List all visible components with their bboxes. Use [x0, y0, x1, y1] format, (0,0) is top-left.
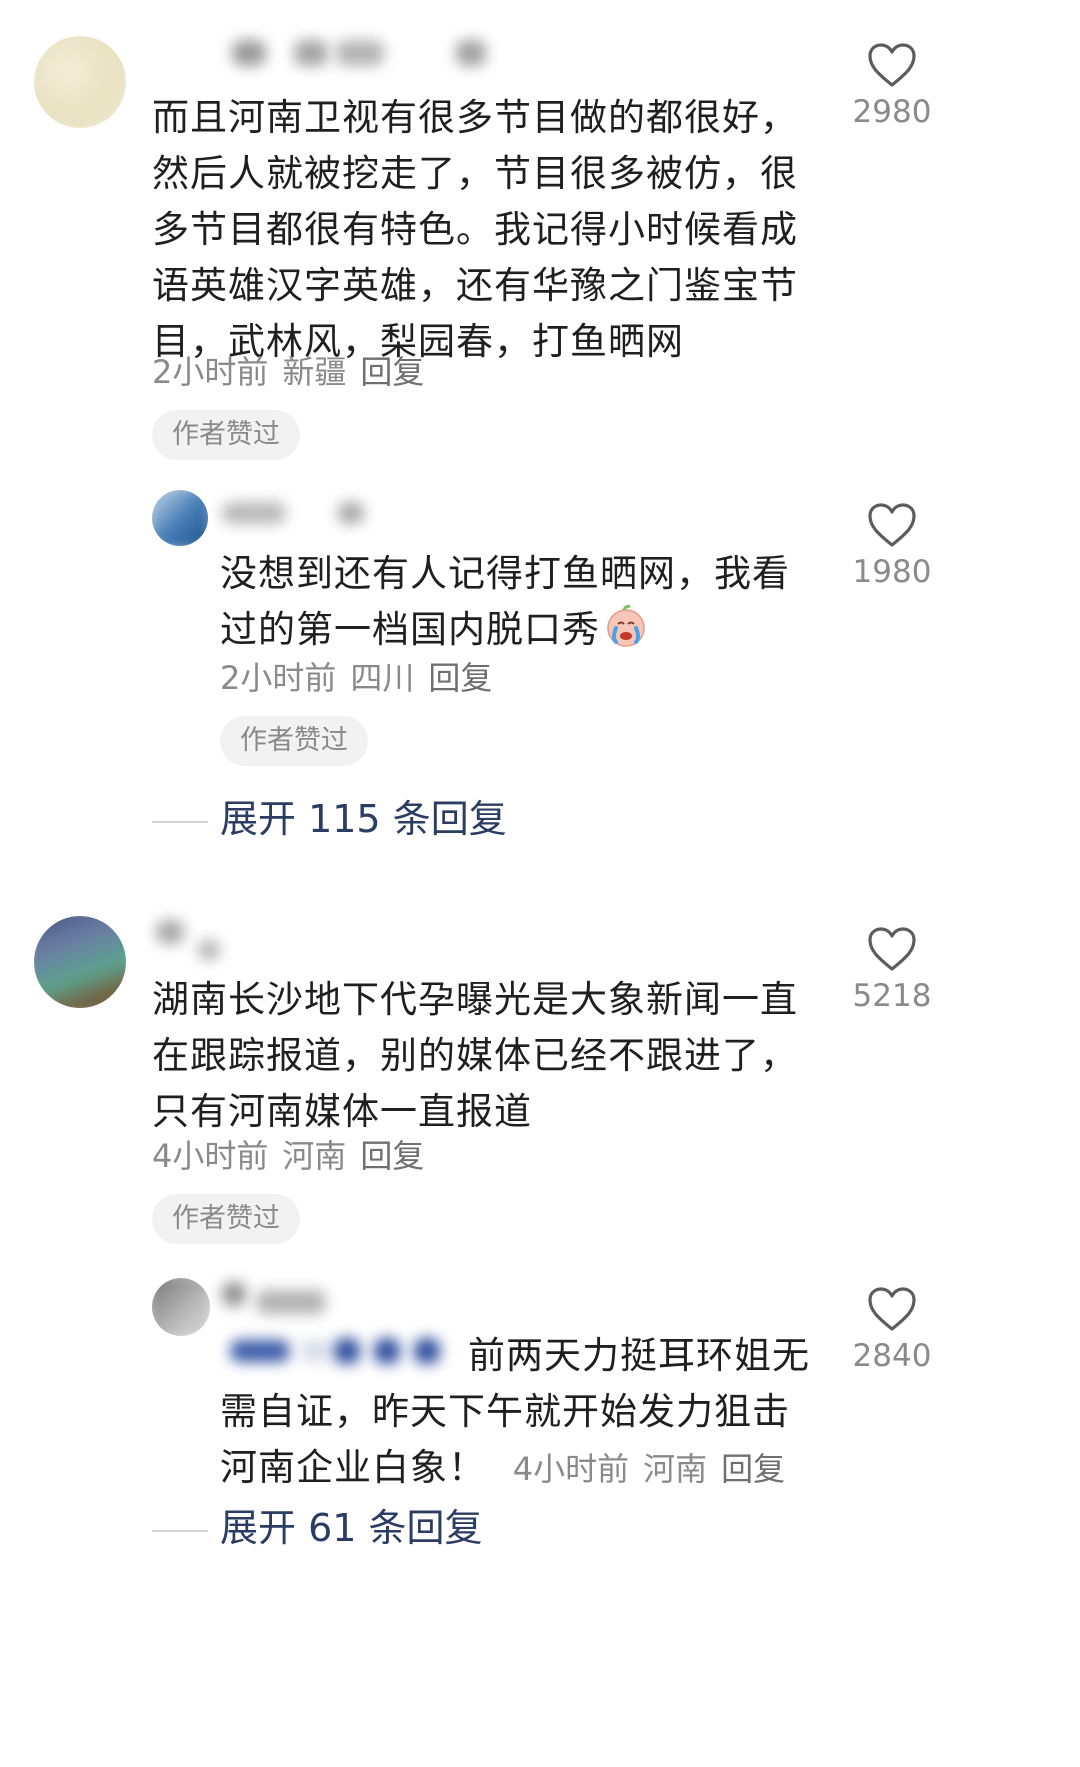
expand-replies-label: 展开 115 条回复	[220, 797, 507, 841]
author-liked-badge: 作者赞过	[152, 410, 300, 460]
comment-meta: 2小时前 新疆 回复	[152, 352, 438, 392]
comment-meta: 4小时前 河南 回复	[152, 1136, 438, 1176]
avatar[interactable]	[34, 916, 126, 1008]
reply-location: 河南	[643, 1450, 708, 1488]
author-liked-badge: 作者赞过	[152, 1194, 300, 1244]
expand-replies-label: 展开 61 条回复	[220, 1506, 483, 1550]
reply-meta: 2小时前 四川 回复	[220, 658, 506, 698]
like-button[interactable]: 1980	[842, 502, 942, 590]
heart-outline-icon	[868, 1287, 916, 1331]
divider-line	[152, 820, 208, 823]
reply-button[interactable]: 回复	[721, 1450, 785, 1488]
avatar[interactable]	[34, 36, 126, 128]
comment-location: 新疆	[282, 353, 347, 391]
reply-text: 前两天力挺耳环姐无需自证，昨天下午就开始发力狙击河南企业白象！ 4小时前 河南 回复	[220, 1334, 810, 1489]
author-liked-badge: 作者赞过	[220, 716, 368, 766]
heart-outline-icon	[868, 927, 916, 971]
expand-replies-button[interactable]: 展开 115 条回复	[152, 794, 507, 844]
reply-avatar[interactable]	[152, 490, 208, 546]
like-count: 2840	[852, 1338, 932, 1374]
expand-replies-button[interactable]: 展开 61 条回复	[152, 1503, 483, 1553]
comment-location: 河南	[282, 1137, 347, 1175]
reply-time: 2小时前	[220, 659, 337, 697]
reply-text: 没想到还有人记得打鱼晒网，我看过的第一档国内脱口秀	[220, 552, 790, 651]
divider-line	[152, 1529, 208, 1532]
heart-outline-icon	[868, 503, 916, 547]
reply-time: 4小时前	[512, 1450, 630, 1488]
reply-button[interactable]: 回复	[360, 1137, 424, 1175]
like-count: 5218	[852, 978, 932, 1014]
like-button[interactable]: 2980	[842, 42, 942, 130]
reply-meta: 4小时前 河南 回复	[513, 1450, 799, 1488]
comment-time: 2小时前	[152, 353, 269, 391]
reply-location: 四川	[350, 659, 415, 697]
heart-outline-icon	[868, 43, 916, 87]
like-count: 2980	[852, 94, 932, 130]
reply-button[interactable]: 回复	[428, 659, 492, 697]
crying-face-emoji	[607, 604, 645, 647]
comment-text: 而且河南卫视有很多节目做的都很好，然后人就被挖走了，节目很多被仿，很多节目都很有…	[152, 96, 798, 363]
comment-text: 湖南长沙地下代孕曝光是大象新闻一直在跟踪报道，别的媒体已经不跟进了，只有河南媒体…	[152, 978, 798, 1133]
reply-button[interactable]: 回复	[360, 353, 424, 391]
like-button[interactable]: 5218	[842, 926, 942, 1014]
like-button[interactable]: 2840	[842, 1286, 942, 1374]
like-count: 1980	[852, 554, 932, 590]
comment-time: 4小时前	[152, 1137, 269, 1175]
reply-avatar[interactable]	[152, 1278, 210, 1336]
